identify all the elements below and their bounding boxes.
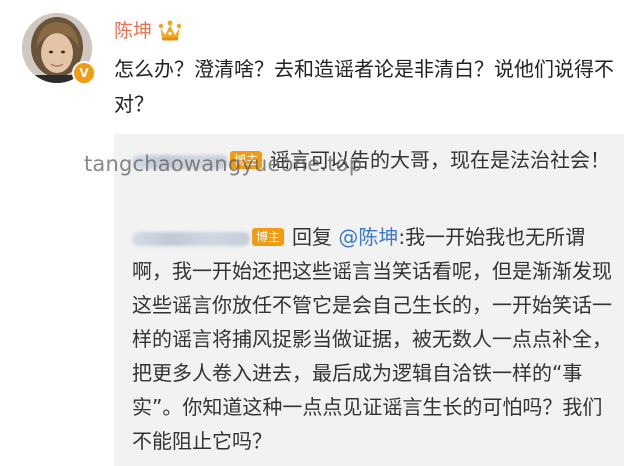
- author-name[interactable]: 陈坤: [114, 17, 152, 45]
- mention-link[interactable]: @陈坤: [338, 225, 398, 249]
- crown-icon: [158, 20, 182, 41]
- comment-text: :我一开始我也无所谓啊，我一开始还把这些谣言当笑话看呢，但是渐渐发现这些谣言你放…: [132, 225, 612, 453]
- comment-list: 博主 谣言可以告的大哥，现在是法治社会！ 博主 回复 @陈坤:我一开始我也无所谓啊，…: [114, 134, 624, 466]
- watermark: tangchaowangyueone.top: [84, 152, 363, 176]
- author-row: 陈坤: [114, 17, 182, 45]
- verified-badge-icon: V: [72, 61, 96, 85]
- comment-item: 博主 回复 @陈坤:我一开始我也无所谓啊，我一开始还把这些谣言当笑话看呢，但是渐渐…: [132, 220, 612, 458]
- commenter-name-redacted[interactable]: [132, 231, 250, 246]
- post-text: 怎么办？澄清啥？去和造谣者论是非清白？说他们说得不对？: [114, 57, 614, 116]
- reply-prefix: 回复: [292, 225, 333, 249]
- blogger-badge: 博主: [252, 228, 285, 246]
